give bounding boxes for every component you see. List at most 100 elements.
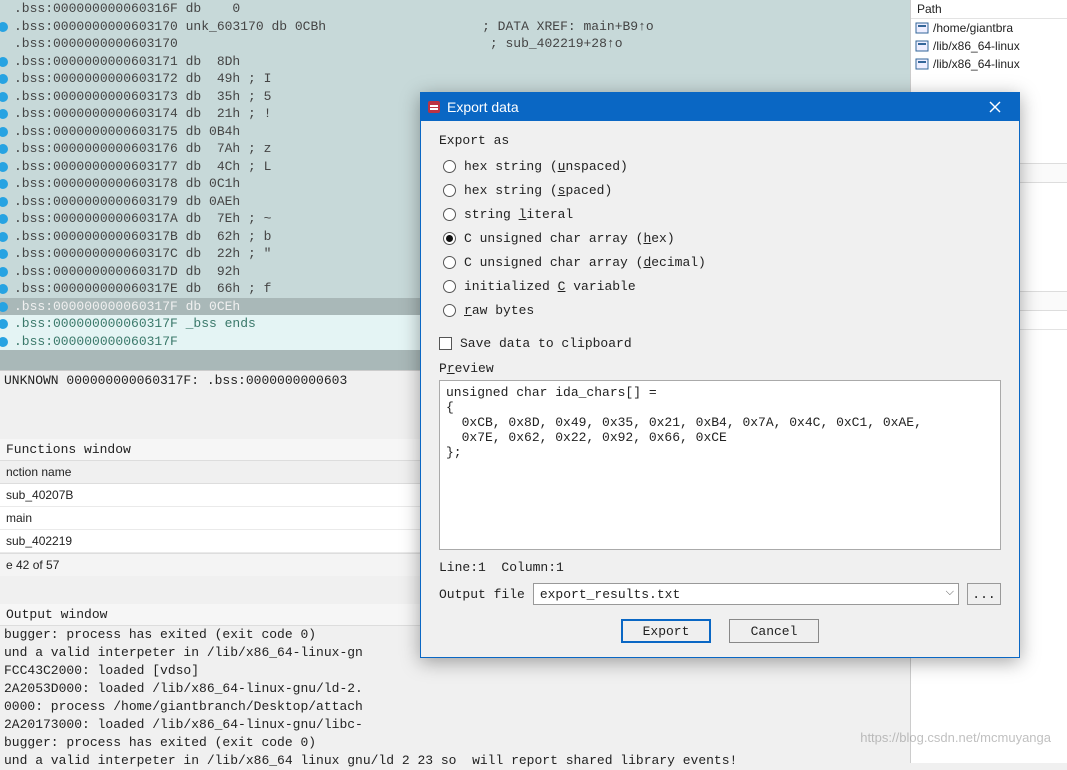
module-row[interactable]: /lib/x86_64-linux xyxy=(911,55,1067,73)
disasm-line[interactable]: .bss:000000000060316F db 0 xyxy=(0,0,910,18)
save-to-clipboard-checkbox[interactable] xyxy=(439,337,452,350)
disasm-text: .bss:0000000000603174 db 21h ; ! xyxy=(14,105,271,123)
output-line: 0000: process /home/giantbranch/Desktop/… xyxy=(0,698,910,716)
export-option-label: initialized C variable xyxy=(464,279,636,294)
module-icon xyxy=(915,21,929,35)
radio-button[interactable] xyxy=(443,160,456,173)
export-as-group-label: Export as xyxy=(439,133,1001,148)
dialog-titlebar[interactable]: Export data xyxy=(421,93,1019,121)
module-icon xyxy=(915,39,929,53)
module-path: /home/giantbra xyxy=(933,21,1013,35)
export-option-label: C unsigned char array (decimal) xyxy=(464,255,706,270)
browse-button[interactable]: ... xyxy=(967,583,1001,605)
export-option-row[interactable]: C unsigned char array (decimal) xyxy=(439,250,1001,274)
export-option-row[interactable]: hex string (unspaced) xyxy=(439,154,1001,178)
export-option-row[interactable]: initialized C variable xyxy=(439,274,1001,298)
radio-button[interactable] xyxy=(443,256,456,269)
disasm-text: .bss:000000000060317E db 66h ; f xyxy=(14,280,271,298)
output-line: und a valid interpeter in /lib/x86_64 li… xyxy=(0,752,910,770)
disasm-text: .bss:0000000000603177 db 4Ch ; L xyxy=(14,158,271,176)
disasm-text: .bss:0000000000603172 db 49h ; I xyxy=(14,70,271,88)
disasm-line[interactable]: .bss:0000000000603172 db 49h ; I xyxy=(0,70,910,88)
export-option-label: hex string (spaced) xyxy=(464,183,612,198)
export-option-row[interactable]: raw bytes xyxy=(439,298,1001,322)
module-path: /lib/x86_64-linux xyxy=(933,39,1020,53)
disasm-text: .bss:0000000000603170 unk_603170 db 0CBh… xyxy=(14,18,654,36)
dialog-close-button[interactable] xyxy=(977,96,1013,118)
close-icon xyxy=(989,101,1001,113)
breakpoint-dot-icon[interactable] xyxy=(0,127,8,137)
breakpoint-dot-icon[interactable] xyxy=(0,144,8,154)
output-file-combobox[interactable]: export_results.txt ⌵ xyxy=(533,583,959,605)
disasm-text: .bss:0000000000603171 db 8Dh xyxy=(14,53,240,71)
line-column-status: Line:1 Column:1 xyxy=(439,560,1001,575)
disasm-text: .bss:000000000060317A db 7Eh ; ~ xyxy=(14,210,271,228)
disasm-line[interactable]: .bss:0000000000603170 unk_603170 db 0CBh… xyxy=(0,18,910,36)
radio-button[interactable] xyxy=(443,304,456,317)
output-file-value: export_results.txt xyxy=(540,587,680,602)
breakpoint-dot-icon[interactable] xyxy=(0,232,8,242)
breakpoint-dot-icon[interactable] xyxy=(0,302,8,312)
export-button[interactable]: Export xyxy=(621,619,711,643)
module-row[interactable]: /lib/x86_64-linux xyxy=(911,37,1067,55)
dialog-icon xyxy=(427,100,441,114)
output-line: 2A2053D000: loaded /lib/x86_64-linux-gnu… xyxy=(0,680,910,698)
radio-selected-icon xyxy=(446,235,453,242)
cancel-button[interactable]: Cancel xyxy=(729,619,819,643)
module-path: /lib/x86_64-linux xyxy=(933,57,1020,71)
breakpoint-dot-icon[interactable] xyxy=(0,214,8,224)
export-option-label: C unsigned char array (hex) xyxy=(464,231,675,246)
breakpoint-dot-icon[interactable] xyxy=(0,22,8,32)
disasm-text: .bss:000000000060317F db 0CEh xyxy=(14,298,240,316)
save-to-clipboard-checkbox-row[interactable]: Save data to clipboard xyxy=(439,336,1001,351)
radio-button[interactable] xyxy=(443,280,456,293)
module-icon xyxy=(915,57,929,71)
export-option-label: string literal xyxy=(464,207,573,222)
export-option-row[interactable]: hex string (spaced) xyxy=(439,178,1001,202)
chevron-down-icon: ⌵ xyxy=(946,587,954,599)
radio-button[interactable] xyxy=(443,208,456,221)
breakpoint-dot-icon[interactable] xyxy=(0,319,8,329)
breakpoint-dot-icon[interactable] xyxy=(0,92,8,102)
save-to-clipboard-label: Save data to clipboard xyxy=(460,336,632,351)
disasm-text: .bss:0000000000603173 db 35h ; 5 xyxy=(14,88,271,106)
breakpoint-dot-icon[interactable] xyxy=(0,109,8,119)
breakpoint-dot-icon[interactable] xyxy=(0,284,8,294)
preview-textbox[interactable]: unsigned char ida_chars[] = { 0xCB, 0x8D… xyxy=(439,380,1001,550)
disasm-text: .bss:000000000060317F _bss ends xyxy=(14,315,256,333)
breakpoint-dot-icon[interactable] xyxy=(0,267,8,277)
disasm-text: .bss:0000000000603178 db 0C1h xyxy=(14,175,240,193)
breakpoint-dot-icon[interactable] xyxy=(0,337,8,347)
breakpoint-dot-icon[interactable] xyxy=(0,249,8,259)
radio-button[interactable] xyxy=(443,232,456,245)
output-line: bugger: process has exited (exit code 0) xyxy=(0,734,910,752)
modules-path-header[interactable]: Path xyxy=(911,0,1067,19)
disasm-line[interactable]: .bss:0000000000603171 db 8Dh xyxy=(0,53,910,71)
disasm-text: .bss:0000000000603175 db 0B4h xyxy=(14,123,240,141)
breakpoint-dot-icon[interactable] xyxy=(0,197,8,207)
breakpoint-dot-icon[interactable] xyxy=(0,74,8,84)
disasm-text: .bss:000000000060317D db 92h xyxy=(14,263,240,281)
breakpoint-dot-icon[interactable] xyxy=(0,57,8,67)
export-option-label: raw bytes xyxy=(464,303,534,318)
dialog-title-text: Export data xyxy=(447,99,519,115)
export-option-row[interactable]: string literal xyxy=(439,202,1001,226)
disasm-text: .bss:000000000060316F db 0 xyxy=(14,0,240,18)
output-file-label: Output file xyxy=(439,587,525,602)
disasm-text: .bss:000000000060317F xyxy=(14,333,178,351)
disasm-text: .bss:000000000060317C db 22h ; " xyxy=(14,245,271,263)
disasm-text: .bss:0000000000603170 ; sub_402219+28↑o xyxy=(14,35,623,53)
breakpoint-dot-icon[interactable] xyxy=(0,179,8,189)
breakpoint-dot-icon[interactable] xyxy=(0,162,8,172)
output-line: 2A20173000: loaded /lib/x86_64-linux-gnu… xyxy=(0,716,910,734)
output-line: FCC43C2000: loaded [vdso] xyxy=(0,662,910,680)
disasm-text: .bss:0000000000603179 db 0AEh xyxy=(14,193,240,211)
export-option-row[interactable]: C unsigned char array (hex) xyxy=(439,226,1001,250)
disasm-text: .bss:0000000000603176 db 7Ah ; z xyxy=(14,140,271,158)
radio-button[interactable] xyxy=(443,184,456,197)
preview-label: Preview xyxy=(439,361,1001,376)
module-row[interactable]: /home/giantbra xyxy=(911,19,1067,37)
export-data-dialog: Export data Export as hex string (unspac… xyxy=(420,92,1020,658)
disasm-line[interactable]: .bss:0000000000603170 ; sub_402219+28↑o xyxy=(0,35,910,53)
export-option-label: hex string (unspaced) xyxy=(464,159,628,174)
